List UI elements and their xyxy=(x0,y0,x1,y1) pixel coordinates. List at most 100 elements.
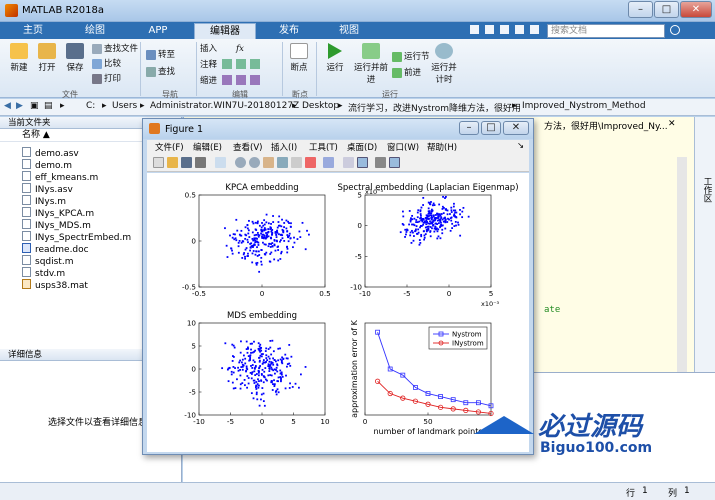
find-button[interactable]: 查找 xyxy=(146,66,175,79)
path-users[interactable]: Users xyxy=(112,101,137,111)
back-arrow-icon[interactable]: ◀ xyxy=(4,101,11,111)
edit-plot-icon[interactable] xyxy=(215,157,226,168)
list-item[interactable]: INys_KPCA.m xyxy=(22,207,94,219)
rotate-icon[interactable] xyxy=(277,157,288,168)
advance-button[interactable]: 前进 xyxy=(392,67,421,80)
run-button[interactable]: 运行 xyxy=(322,43,348,73)
editor-scrollbar[interactable] xyxy=(677,157,687,372)
list-item[interactable]: demo.asv xyxy=(22,147,79,159)
list-item[interactable]: INys.asv xyxy=(22,183,73,195)
qa-save-icon[interactable] xyxy=(470,25,479,34)
tab-view[interactable]: 视图 xyxy=(324,23,374,39)
path-drive[interactable]: C: xyxy=(86,101,95,111)
browse-folder-icon[interactable]: ▤ xyxy=(44,101,53,111)
menu-desktop[interactable]: 桌面(D) xyxy=(347,141,377,153)
menu-edit[interactable]: 编辑(E) xyxy=(193,141,222,153)
maximize-button[interactable]: □ xyxy=(654,1,679,18)
scatter-point xyxy=(221,367,224,370)
insert-button[interactable]: 插入 xyxy=(200,43,217,56)
workspace-side-label[interactable]: 工作区 xyxy=(701,177,713,203)
figure-maximize-button[interactable]: □ xyxy=(481,121,501,135)
print-button[interactable]: 打印 xyxy=(92,73,121,86)
scatter-point xyxy=(280,359,283,362)
path-desktop[interactable]: Desktop xyxy=(302,101,339,111)
brush-icon[interactable] xyxy=(305,157,316,168)
fx-button[interactable]: fx xyxy=(236,43,244,56)
run-advance-button[interactable]: 运行并前进 xyxy=(354,43,388,85)
zoom-out-icon[interactable] xyxy=(249,157,260,168)
search-icon[interactable] xyxy=(670,25,680,35)
qa-help-icon[interactable] xyxy=(529,25,539,34)
indent-icon[interactable] xyxy=(236,75,246,85)
tab-home[interactable]: 主页 xyxy=(10,23,56,39)
editor-close-icon[interactable]: ✕ xyxy=(668,119,676,129)
show-plot-tools-icon[interactable] xyxy=(389,157,400,168)
qa-undo-icon[interactable] xyxy=(514,25,524,34)
path-current-folder[interactable]: Improved_Nystrom_Method xyxy=(522,101,646,111)
scatter-point xyxy=(286,246,288,248)
compare-button[interactable]: 比较 xyxy=(92,58,121,71)
save-button[interactable]: 保存 xyxy=(62,43,88,73)
goto-button[interactable]: 转至 xyxy=(146,49,175,62)
close-button[interactable]: ✕ xyxy=(680,1,712,18)
list-item[interactable]: INys_SpectrEmbed.m xyxy=(22,231,131,243)
zoom-in-icon[interactable] xyxy=(235,157,246,168)
wrap-comment-icon[interactable] xyxy=(250,59,260,69)
menu-insert[interactable]: 插入(I) xyxy=(271,141,297,153)
tab-publish[interactable]: 发布 xyxy=(264,23,314,39)
tab-editor[interactable]: 编辑器 xyxy=(194,23,256,39)
list-item[interactable]: INys_MDS.m xyxy=(22,219,91,231)
figure-minimize-button[interactable]: – xyxy=(459,121,479,135)
forward-arrow-icon[interactable]: ▶ xyxy=(16,101,23,111)
list-item[interactable]: usps38.mat xyxy=(22,279,88,291)
breakpoints-button[interactable]: 断点 xyxy=(286,43,312,73)
insert-colorbar-icon[interactable] xyxy=(343,157,354,168)
open-button[interactable]: 打开 xyxy=(34,43,60,73)
list-item[interactable]: sqdist.m xyxy=(22,255,73,267)
find-files-button[interactable]: 查找文件 xyxy=(92,43,138,56)
minimize-button[interactable]: – xyxy=(628,1,653,18)
pan-icon[interactable] xyxy=(263,157,274,168)
print-icon[interactable] xyxy=(195,157,206,168)
menu-help[interactable]: 帮助(H) xyxy=(427,141,457,153)
indent-button[interactable]: 缩进 xyxy=(200,75,217,88)
smart-indent-icon[interactable] xyxy=(222,75,232,85)
tab-plots[interactable]: 绘图 xyxy=(72,23,118,39)
figure-close-button[interactable]: ✕ xyxy=(503,121,529,135)
new-figure-icon[interactable] xyxy=(153,157,164,168)
list-item[interactable]: INys.m xyxy=(22,195,66,207)
tab-apps[interactable]: APP xyxy=(136,23,180,39)
list-item[interactable]: demo.m xyxy=(22,159,72,171)
run-section-button[interactable]: 运行节 xyxy=(392,51,430,64)
mat-file-icon xyxy=(22,279,31,289)
menu-window[interactable]: 窗口(W) xyxy=(387,141,419,153)
path-project-folder[interactable]: 流行学习，改进Nystrom降维方法，很好用 xyxy=(348,101,521,114)
list-item[interactable]: readme.doc xyxy=(22,243,89,255)
scatter-point xyxy=(276,231,279,234)
menu-tools[interactable]: 工具(T) xyxy=(309,141,338,153)
list-item[interactable]: eff_kmeans.m xyxy=(22,171,98,183)
uncomment-icon[interactable] xyxy=(236,59,246,69)
comment-button[interactable]: 注释 xyxy=(200,59,217,72)
menu-view[interactable]: 查看(V) xyxy=(233,141,262,153)
save-icon[interactable] xyxy=(181,157,192,168)
outdent-icon[interactable] xyxy=(250,75,260,85)
print-icon xyxy=(92,73,102,84)
hide-plot-tools-icon[interactable] xyxy=(375,157,386,168)
new-button[interactable]: 新建 xyxy=(6,43,32,73)
search-docs-input[interactable]: 搜索文档 xyxy=(547,24,665,38)
menu-file[interactable]: 文件(F) xyxy=(155,141,184,153)
comment-icon[interactable] xyxy=(222,59,232,69)
data-cursor-icon[interactable] xyxy=(291,157,302,168)
insert-legend-icon[interactable] xyxy=(357,157,368,168)
path-user-folder[interactable]: Administrator.WIN7U-20180127Z xyxy=(150,101,299,111)
link-plot-icon[interactable] xyxy=(323,157,334,168)
run-and-time-button[interactable]: 运行并计时 xyxy=(430,43,458,85)
x-tick-label: 50 xyxy=(423,417,433,426)
qa-cut-icon[interactable] xyxy=(484,25,494,34)
open-icon[interactable] xyxy=(167,157,178,168)
folder-up-icon[interactable]: ▣ xyxy=(30,101,39,111)
list-item[interactable]: stdv.m xyxy=(22,267,65,279)
editor-tab[interactable]: 方法，很好用\Improved_Ny... xyxy=(544,119,668,132)
qa-copy-icon[interactable] xyxy=(499,25,509,34)
